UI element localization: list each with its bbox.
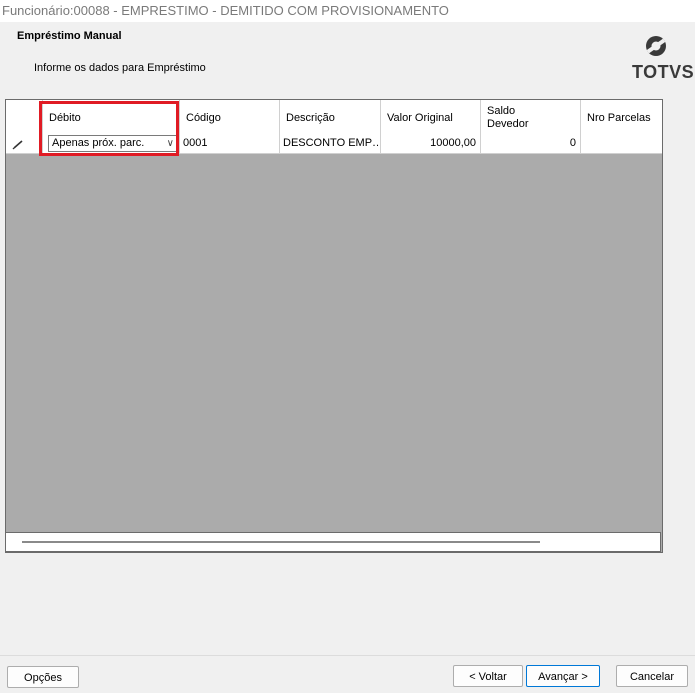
totvs-logo-icon [646, 36, 666, 56]
logo-text: TOTVS [632, 62, 695, 82]
wizard-footer: Opções < Voltar Avançar > Cancelar [0, 655, 695, 693]
debito-select[interactable]: Apenas próx. parc. ∨ [48, 135, 179, 152]
cell-saldo-devedor[interactable]: 0 [481, 134, 581, 153]
page-title: Empréstimo Manual [17, 30, 122, 42]
content-panel: Débito Código Descrição Valor Original S… [0, 92, 695, 655]
cell-nro-parcelas[interactable] [581, 134, 662, 153]
column-label: Saldo Devedor [487, 105, 529, 130]
table-row[interactable]: Apenas próx. parc. ∨ 0001 DESCONTO EMP… … [6, 134, 662, 154]
opcoes-button[interactable]: Opções [7, 666, 79, 688]
page-subtitle: Informe os dados para Empréstimo [34, 62, 206, 74]
column-label: Valor Original [387, 112, 453, 124]
column-label: Descrição [286, 112, 335, 124]
column-descricao[interactable]: Descrição [280, 100, 381, 134]
cell-codigo[interactable]: 0001 [180, 134, 280, 153]
horizontal-scrollbar[interactable] [5, 532, 661, 552]
column-debito[interactable]: Débito [43, 100, 180, 134]
edit-pencil-icon [12, 140, 23, 150]
wizard-header: Empréstimo Manual Informe os dados para … [0, 22, 695, 92]
cell-descricao[interactable]: DESCONTO EMP… [280, 134, 381, 153]
scrollbar-thumb[interactable] [22, 541, 540, 543]
column-valor-original[interactable]: Valor Original [381, 100, 481, 134]
column-nro-parcelas[interactable]: Nro Parcelas [581, 100, 662, 134]
debito-select-value: Apenas próx. parc. [52, 137, 145, 149]
window-title: Funcionário:00088 - EMPRESTIMO - DEMITID… [0, 0, 695, 22]
cell-valor-original[interactable]: 10000,00 [381, 134, 481, 153]
totvs-logo: TOTVS [630, 32, 695, 84]
chevron-down-icon[interactable]: ∨ [167, 136, 174, 151]
loan-grid[interactable]: Débito Código Descrição Valor Original S… [5, 99, 663, 553]
cancelar-button[interactable]: Cancelar [616, 665, 688, 687]
column-label: Débito [49, 112, 81, 124]
row-indicator [6, 134, 43, 153]
column-label: Nro Parcelas [587, 112, 651, 124]
column-label: Código [186, 112, 221, 124]
column-codigo[interactable]: Código [180, 100, 280, 134]
avancar-button[interactable]: Avançar > [526, 665, 600, 687]
grid-header: Débito Código Descrição Valor Original S… [6, 100, 662, 135]
cell-debito: Apenas próx. parc. ∨ [43, 134, 180, 153]
voltar-button[interactable]: < Voltar [453, 665, 523, 687]
column-saldo-devedor[interactable]: Saldo Devedor [481, 100, 581, 134]
row-indicator-header [6, 100, 43, 134]
